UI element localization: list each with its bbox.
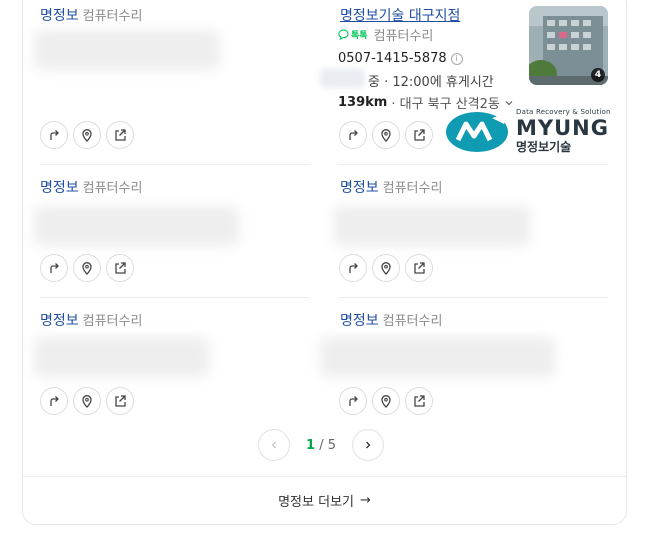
arrow-right-icon: → — [360, 493, 371, 508]
chevron-right-icon — [366, 441, 371, 449]
share-icon — [414, 262, 425, 274]
place-category: 컴퓨터수리 — [82, 181, 143, 196]
map-pin-icon — [381, 129, 391, 142]
share-icon — [115, 395, 126, 407]
map-button[interactable] — [73, 254, 101, 282]
divider — [40, 164, 310, 165]
map-button[interactable] — [73, 121, 101, 149]
info-icon[interactable]: i — [450, 52, 463, 65]
logo-wordmark: MYUNG — [516, 116, 609, 140]
card-actions — [40, 254, 134, 282]
directions-button[interactable] — [339, 387, 367, 415]
map-pin-icon — [82, 129, 92, 142]
chevron-down-icon — [505, 100, 513, 105]
place-name[interactable]: 명정보 — [340, 313, 379, 329]
place-name[interactable]: 명정보 — [40, 8, 79, 24]
share-button[interactable] — [405, 387, 433, 415]
map-button[interactable] — [372, 254, 400, 282]
result-card[interactable]: 명정보 컴퓨터수리 — [40, 312, 310, 331]
distance: 139km — [338, 95, 388, 110]
directions-button[interactable] — [339, 254, 367, 282]
card-actions — [339, 387, 433, 415]
map-pin-icon — [82, 262, 92, 275]
next-page-button[interactable] — [352, 429, 384, 461]
card-actions — [339, 254, 433, 282]
logo-mark — [446, 112, 508, 152]
directions-icon — [50, 396, 59, 406]
total-pages: 5 — [327, 437, 336, 453]
share-button[interactable] — [106, 387, 134, 415]
place-category: 컴퓨터수리 — [373, 29, 434, 44]
place-category: 컴퓨터수리 — [82, 314, 143, 329]
place-photo[interactable]: 4 — [529, 6, 608, 85]
page-separator: / — [319, 437, 324, 453]
blurred-info — [34, 206, 239, 246]
result-card[interactable]: 명정보 컴퓨터수리 — [340, 179, 610, 198]
directions-icon — [349, 130, 358, 140]
directions-button[interactable] — [40, 121, 68, 149]
myung-logo: Data Recovery & Solution MYUNG 명정보기술 — [444, 108, 614, 158]
place-name[interactable]: 명정보 — [340, 180, 379, 196]
place-category: 컴퓨터수리 — [82, 9, 143, 24]
photo-count-badge: 4 — [591, 68, 605, 82]
directions-icon — [50, 130, 59, 140]
directions-icon — [50, 263, 59, 273]
result-card[interactable]: 명정보 컴퓨터수리 — [340, 312, 610, 331]
divider — [338, 164, 608, 165]
share-icon — [414, 129, 425, 141]
blurred-info — [34, 30, 220, 70]
result-card[interactable]: 명정보 컴퓨터수리 — [40, 7, 310, 26]
blurred-status — [320, 68, 365, 88]
directions-button[interactable] — [40, 387, 68, 415]
share-button[interactable] — [106, 254, 134, 282]
divider — [338, 297, 608, 298]
business-hours: 중 · 12:00에 휴게시간 — [368, 75, 494, 90]
card-actions — [40, 121, 134, 149]
talktalk-badge[interactable]: 톡톡 — [338, 28, 368, 41]
card-actions — [339, 121, 433, 149]
chat-bubble-icon — [338, 29, 349, 40]
place-category: 컴퓨터수리 — [382, 181, 443, 196]
chevron-left-icon — [271, 441, 276, 449]
share-button[interactable] — [405, 254, 433, 282]
phone-number[interactable]: 0507-1415-5878 — [338, 51, 447, 66]
directions-icon — [349, 396, 358, 406]
directions-icon — [349, 263, 358, 273]
directions-button[interactable] — [339, 121, 367, 149]
share-icon — [115, 262, 126, 274]
share-icon — [414, 395, 425, 407]
place-name[interactable]: 명정보 — [40, 313, 79, 329]
more-label: 명정보 더보기 — [278, 495, 354, 510]
page-indicator: 1 / 5 — [306, 438, 336, 453]
logo-tagline: Data Recovery & Solution — [516, 108, 611, 116]
prev-page-button[interactable] — [258, 429, 290, 461]
place-category: 컴퓨터수리 — [382, 314, 443, 329]
map-button[interactable] — [73, 387, 101, 415]
map-pin-icon — [82, 395, 92, 408]
pagination: 1 / 5 — [258, 429, 384, 461]
place-name[interactable]: 명정보기술 대구지점 — [340, 8, 460, 24]
share-button[interactable] — [106, 121, 134, 149]
blurred-info — [334, 206, 530, 246]
blurred-info — [320, 337, 555, 377]
result-card[interactable]: 명정보 컴퓨터수리 — [40, 179, 310, 198]
directions-button[interactable] — [40, 254, 68, 282]
logo-korean: 명정보기술 — [516, 140, 572, 154]
map-button[interactable] — [372, 387, 400, 415]
current-page: 1 — [306, 437, 316, 453]
more-results-button[interactable]: 명정보 더보기 → — [22, 476, 627, 524]
share-icon — [115, 129, 126, 141]
blurred-info — [34, 337, 209, 377]
divider — [40, 297, 310, 298]
talk-row: 톡톡 컴퓨터수리 — [338, 25, 433, 44]
phone-row: 0507-1415-5878 i — [338, 51, 463, 66]
place-name[interactable]: 명정보 — [40, 180, 79, 196]
talktalk-label: 톡톡 — [351, 31, 368, 41]
map-pin-icon — [381, 395, 391, 408]
map-button[interactable] — [372, 121, 400, 149]
map-pin-icon — [381, 262, 391, 275]
share-button[interactable] — [405, 121, 433, 149]
card-actions — [40, 387, 134, 415]
